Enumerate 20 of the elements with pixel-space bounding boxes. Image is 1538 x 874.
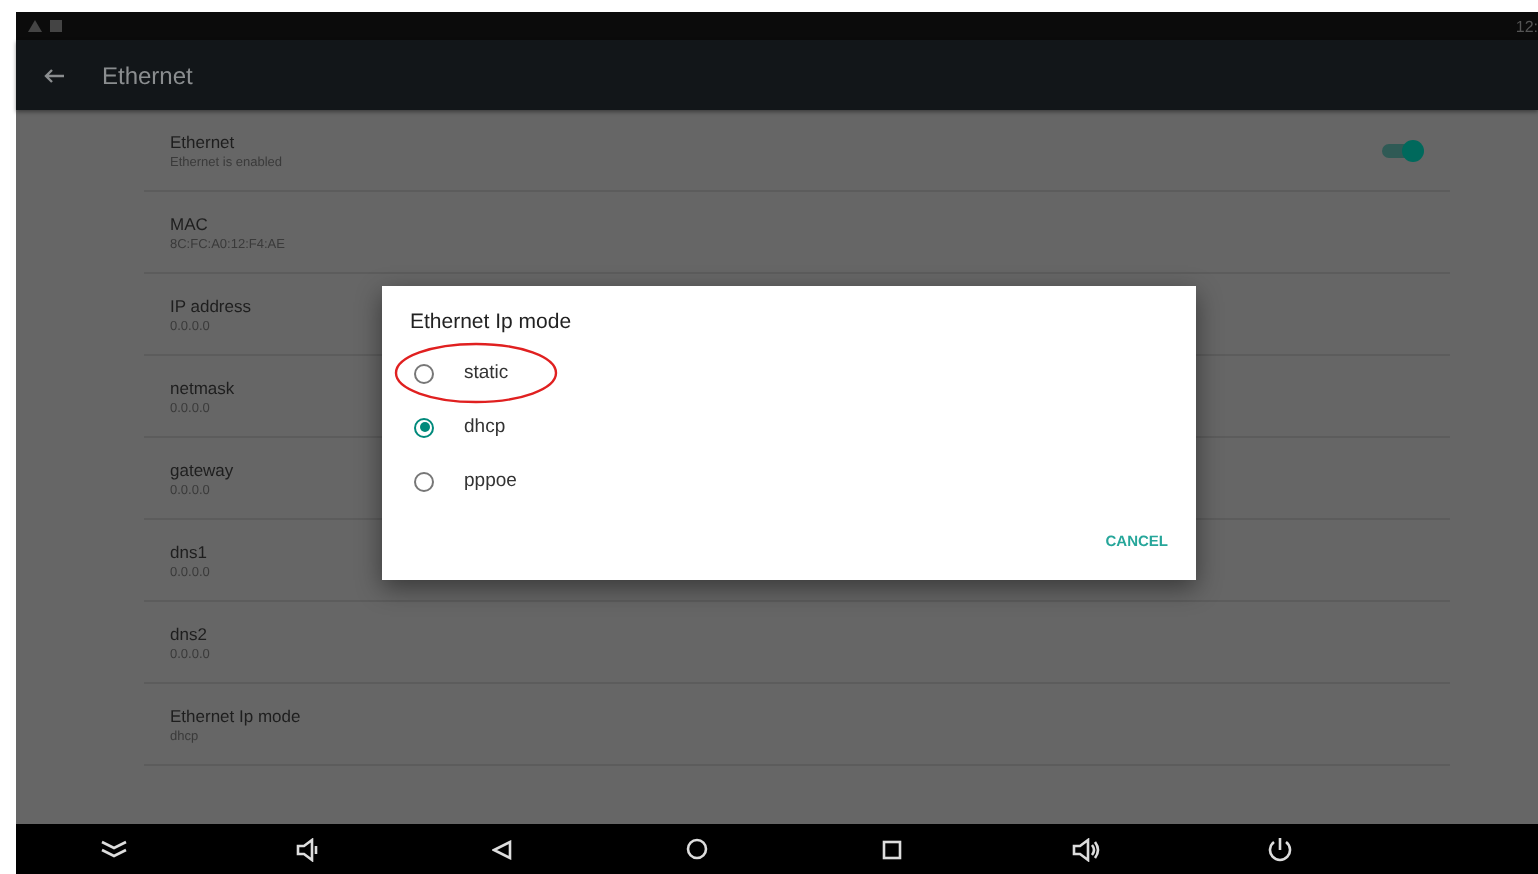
radio-icon[interactable] bbox=[414, 363, 434, 383]
setting-title: gateway bbox=[170, 459, 234, 479]
setting-title: IP address bbox=[170, 295, 251, 315]
radio-icon[interactable] bbox=[414, 471, 434, 491]
dialog-title: Ethernet Ip mode bbox=[410, 310, 574, 334]
setting-title: netmask bbox=[170, 377, 235, 397]
status-time: 12: bbox=[1515, 17, 1538, 35]
radio-option[interactable]: dhcp bbox=[410, 400, 506, 454]
toolbar-title: Ethernet bbox=[102, 61, 193, 89]
setting-title: MAC bbox=[170, 213, 208, 233]
setting-title: dns2 bbox=[170, 623, 207, 643]
toggle-switch[interactable] bbox=[1382, 143, 1418, 157]
image-icon bbox=[50, 20, 62, 32]
setting-title: Ethernet Ip mode bbox=[170, 705, 301, 725]
setting-title: dns1 bbox=[170, 541, 207, 561]
radio-option[interactable]: pppoe bbox=[410, 454, 517, 508]
setting-title: Ethernet bbox=[170, 131, 235, 151]
warning-icon bbox=[28, 20, 42, 32]
radio-icon[interactable] bbox=[414, 417, 434, 437]
back-arrow-icon[interactable] bbox=[44, 67, 64, 83]
